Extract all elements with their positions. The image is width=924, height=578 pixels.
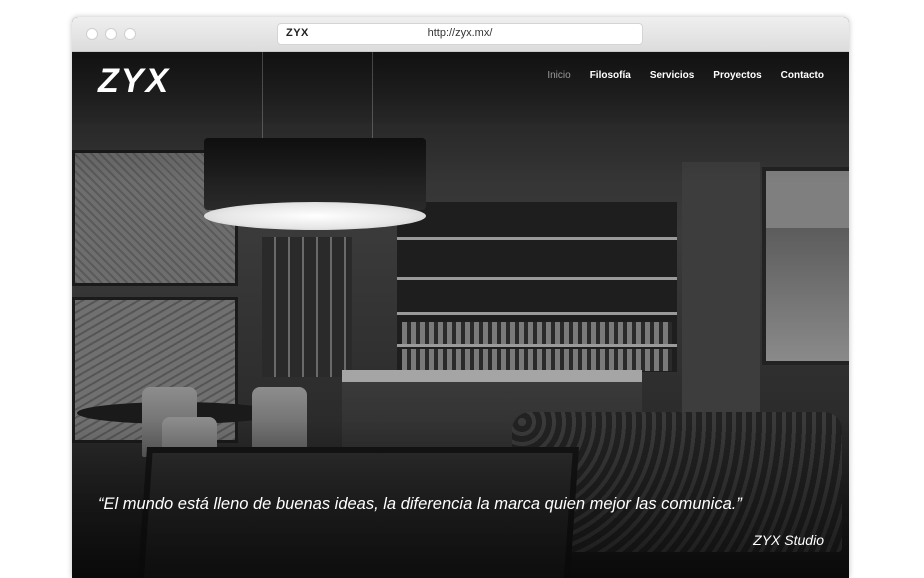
maximize-dot-icon[interactable]	[124, 28, 136, 40]
hero-image: ZYX Inicio Filosofía Servicios Proyectos…	[72, 52, 849, 578]
nav-item-servicios[interactable]: Servicios	[650, 70, 694, 81]
browser-titlebar: ZYX http://zyx.mx/	[72, 17, 849, 52]
hero-quote: “El mundo está lleno de buenas ideas, la…	[98, 495, 742, 513]
nav-item-contacto[interactable]: Contacto	[781, 70, 824, 81]
quote-signature: ZYX Studio	[753, 532, 824, 548]
nav-item-filosofia[interactable]: Filosofía	[590, 70, 631, 81]
nav-item-inicio[interactable]: Inicio	[547, 70, 570, 81]
url-text[interactable]: http://zyx.mx/	[278, 27, 642, 39]
browser-window: ZYX http://zyx.mx/ ZYX Inicio Filosofía …	[72, 17, 849, 578]
minimize-dot-icon[interactable]	[105, 28, 117, 40]
close-dot-icon[interactable]	[86, 28, 98, 40]
site-logo[interactable]: ZYX	[98, 62, 170, 101]
nav-item-proyectos[interactable]: Proyectos	[713, 70, 761, 81]
main-nav: Inicio Filosofía Servicios Proyectos Con…	[547, 70, 824, 81]
address-bar[interactable]: ZYX http://zyx.mx/	[277, 23, 643, 45]
